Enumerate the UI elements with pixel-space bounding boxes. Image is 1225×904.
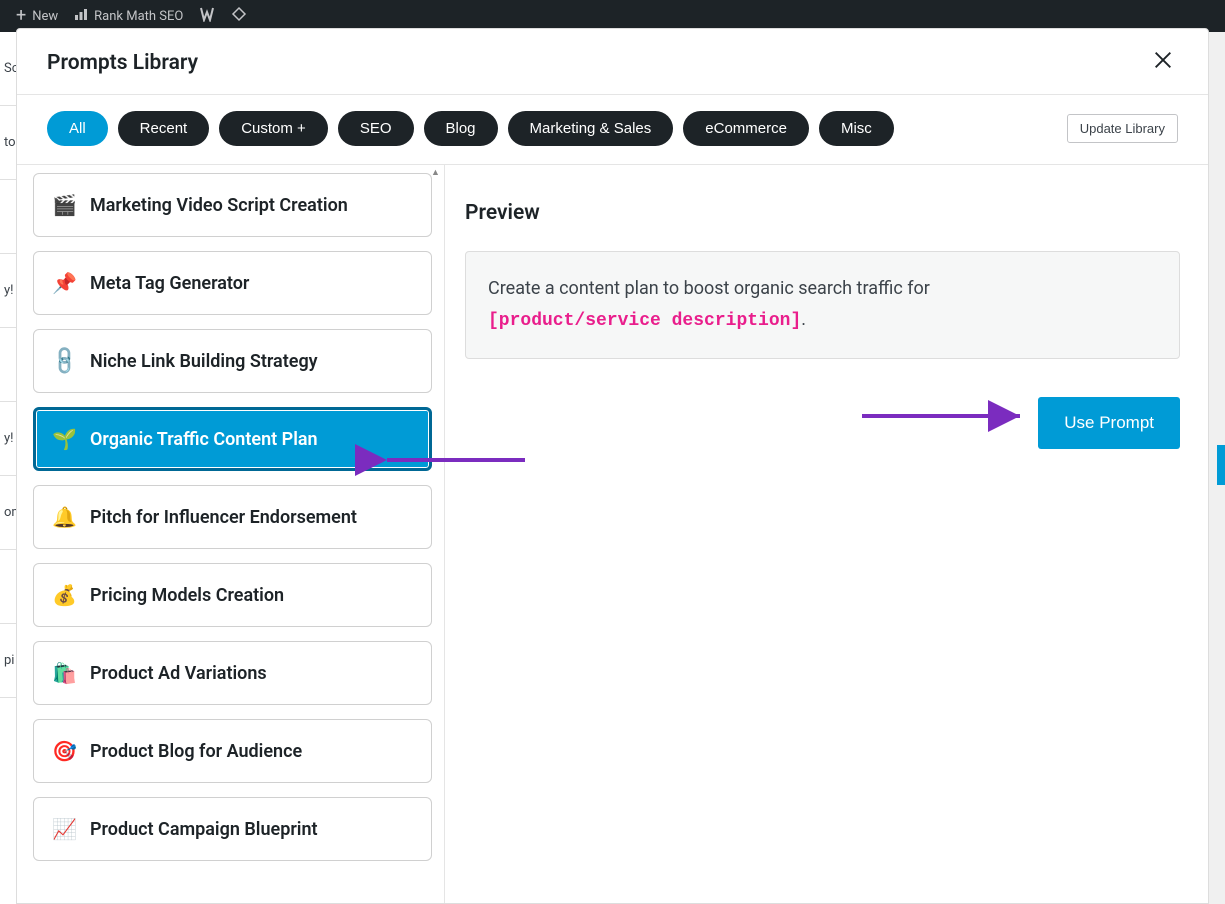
chart-icon: 📈 xyxy=(52,817,76,841)
preview-content: Create a content plan to boost organic s… xyxy=(465,251,1180,359)
prompt-item-influencer-pitch[interactable]: 🔔 Pitch for Influencer Endorsement xyxy=(33,485,432,549)
close-button[interactable] xyxy=(1148,47,1178,78)
admin-bar-wiz[interactable] xyxy=(191,6,223,26)
money-bag-icon: 💰 xyxy=(52,583,76,607)
preview-panel: Preview Create a content plan to boost o… xyxy=(445,165,1208,903)
background-blue-stub xyxy=(1217,445,1225,485)
prompt-label: Product Ad Variations xyxy=(90,663,267,684)
filter-misc[interactable]: Misc xyxy=(819,111,894,146)
prompt-item-organic-traffic[interactable]: 🌱 Organic Traffic Content Plan xyxy=(33,407,432,471)
filter-all[interactable]: All xyxy=(47,111,108,146)
rank-math-icon xyxy=(74,7,88,25)
preview-text-before: Create a content plan to boost organic s… xyxy=(488,278,930,299)
modal-title: Prompts Library xyxy=(47,51,198,75)
prompt-list[interactable]: 🎬 Marketing Video Script Creation 📌 Meta… xyxy=(17,165,444,903)
filter-custom[interactable]: Custom + xyxy=(219,111,328,146)
filter-bar: All Recent Custom + SEO Blog Marketing &… xyxy=(17,95,1208,165)
pin-icon: 📌 xyxy=(52,271,76,295)
target-icon: 🎯 xyxy=(52,739,76,763)
link-icon: 🔗 xyxy=(47,344,81,378)
prompt-label: Meta Tag Generator xyxy=(90,273,249,294)
prompt-item-meta-tag[interactable]: 📌 Meta Tag Generator xyxy=(33,251,432,315)
filter-seo[interactable]: SEO xyxy=(338,111,414,146)
modal-header: Prompts Library xyxy=(17,29,1208,95)
preview-title: Preview xyxy=(465,201,1180,225)
prompt-list-container: ▲ 🎬 Marketing Video Script Creation 📌 Me… xyxy=(17,165,445,903)
close-icon xyxy=(1152,49,1174,71)
prompt-item-product-campaign[interactable]: 📈 Product Campaign Blueprint xyxy=(33,797,432,861)
admin-bar-rank-math[interactable]: Rank Math SEO xyxy=(66,7,191,25)
filter-pills: All Recent Custom + SEO Blog Marketing &… xyxy=(47,111,894,146)
diamond-icon xyxy=(231,6,247,26)
prompt-item-pricing-models[interactable]: 💰 Pricing Models Creation xyxy=(33,563,432,627)
plus-icon: + xyxy=(16,7,26,25)
prompt-label: Product Blog for Audience xyxy=(90,741,302,762)
prompt-label: Organic Traffic Content Plan xyxy=(90,429,318,450)
prompt-label: Pricing Models Creation xyxy=(90,585,284,606)
filter-marketing-sales[interactable]: Marketing & Sales xyxy=(508,111,674,146)
scroll-up-icon[interactable]: ▲ xyxy=(431,167,441,177)
prompt-label: Marketing Video Script Creation xyxy=(90,195,348,216)
preview-text-after: . xyxy=(801,309,806,330)
filter-blog[interactable]: Blog xyxy=(424,111,498,146)
prompt-label: Product Campaign Blueprint xyxy=(90,819,318,840)
rank-math-label: Rank Math SEO xyxy=(94,9,183,24)
filter-recent[interactable]: Recent xyxy=(118,111,210,146)
use-prompt-row: Use Prompt xyxy=(465,397,1180,449)
prompt-label: Pitch for Influencer Endorsement xyxy=(90,507,357,528)
admin-bar-diamond[interactable] xyxy=(223,6,255,26)
filter-ecommerce[interactable]: eCommerce xyxy=(683,111,809,146)
shopping-bags-icon: 🛍️ xyxy=(52,661,76,685)
prompt-item-product-ad[interactable]: 🛍️ Product Ad Variations xyxy=(33,641,432,705)
wiz-icon xyxy=(199,6,215,26)
admin-bar-new[interactable]: + New xyxy=(8,7,66,25)
prompts-library-modal: Prompts Library All Recent Custom + SEO … xyxy=(16,28,1209,904)
seedling-icon: 🌱 xyxy=(52,427,76,451)
preview-placeholder-token: [product/service description] xyxy=(488,311,801,331)
prompt-item-marketing-video[interactable]: 🎬 Marketing Video Script Creation xyxy=(33,173,432,237)
new-label: New xyxy=(32,9,58,24)
prompt-item-product-blog[interactable]: 🎯 Product Blog for Audience xyxy=(33,719,432,783)
use-prompt-button[interactable]: Use Prompt xyxy=(1038,397,1180,449)
prompt-item-niche-link[interactable]: 🔗 Niche Link Building Strategy xyxy=(33,329,432,393)
update-library-button[interactable]: Update Library xyxy=(1067,114,1178,143)
prompt-label: Niche Link Building Strategy xyxy=(90,351,318,372)
clapperboard-icon: 🎬 xyxy=(52,193,76,217)
modal-body: ▲ 🎬 Marketing Video Script Creation 📌 Me… xyxy=(17,165,1208,903)
bell-icon: 🔔 xyxy=(52,505,76,529)
